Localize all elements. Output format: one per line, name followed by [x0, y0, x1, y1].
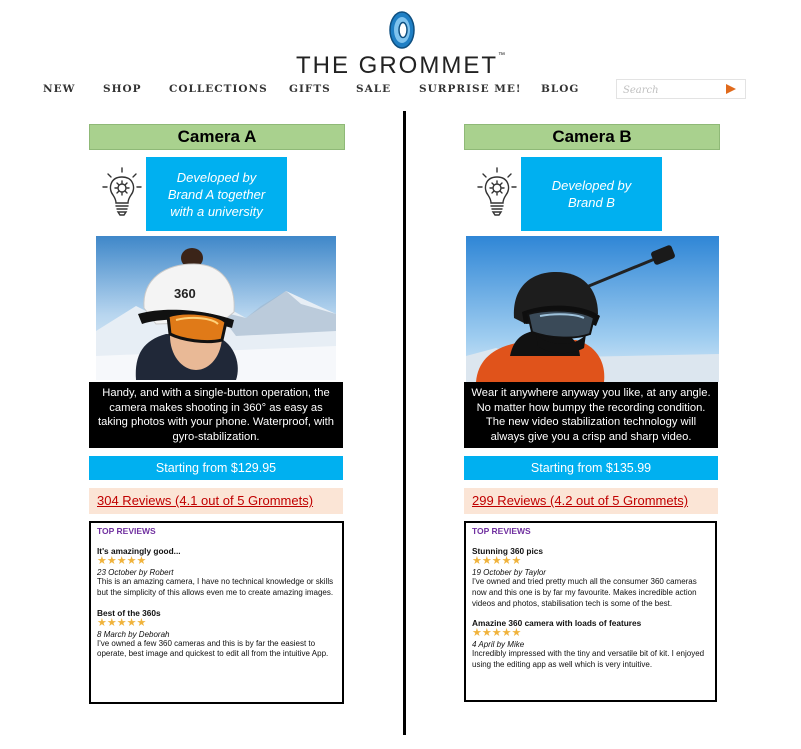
product-a-reviews-link[interactable]: 304 Reviews (4.1 out of 5 Grommets) [97, 493, 313, 508]
product-b-developer-note: Developed by Brand B [521, 157, 662, 231]
product-a-description: Handy, and with a single-button operatio… [89, 382, 343, 448]
product-b-reviews-link[interactable]: 299 Reviews (4.2 out of 5 Grommets) [472, 493, 688, 508]
review-body: I've owned and tried pretty much all the… [472, 577, 697, 608]
column-divider [403, 111, 406, 735]
product-b-reviews-bar: 299 Reviews (4.2 out of 5 Grommets) [464, 488, 718, 514]
top-reviews-heading: TOP REVIEWS [97, 526, 156, 536]
review-body: This is an amazing camera, I have no tec… [97, 577, 334, 597]
nav-shop[interactable]: SHOP [103, 83, 142, 95]
lightbulb-gear-icon [102, 167, 142, 216]
svg-text:360: 360 [174, 286, 196, 301]
review-meta: 4 April by Mike [472, 640, 525, 650]
product-b-description: Wear it anywhere anyway you like, at any… [464, 382, 718, 448]
product-a-developer-note: Developed by Brand A together with a uni… [146, 157, 287, 231]
star-rating: ★★★★★ [97, 616, 147, 629]
search-submit-arrow-icon[interactable] [726, 84, 736, 94]
product-a-photo: 360 [96, 236, 336, 380]
nav-gifts[interactable]: GIFTS [289, 83, 331, 95]
nav-blog[interactable]: BLOG [541, 83, 579, 95]
brand-title[interactable]: THE GROMMET™ [0, 52, 801, 80]
product-a-reviews-bar: 304 Reviews (4.1 out of 5 Grommets) [89, 488, 343, 514]
grommet-logo-icon[interactable] [385, 10, 419, 50]
nav-surprise-me[interactable]: SURPRISE ME! [419, 83, 521, 95]
search-input[interactable] [621, 81, 725, 99]
search-box [616, 79, 746, 99]
product-a-top-reviews: TOP REVIEWS It's amazingly good... ★★★★★… [89, 521, 344, 704]
top-reviews-heading: TOP REVIEWS [472, 526, 531, 536]
nav-new[interactable]: NEW [43, 83, 75, 95]
product-b-top-reviews: TOP REVIEWS Stunning 360 pics ★★★★★ 19 O… [464, 521, 717, 702]
nav-sale[interactable]: SALE [356, 83, 391, 95]
review-body: I've owned a few 360 cameras and this is… [97, 638, 329, 659]
product-b-price: Starting from $135.99 [464, 456, 718, 480]
review-meta: 23 October by Robert [97, 568, 174, 577]
nav-collections[interactable]: COLLECTIONS [169, 83, 268, 95]
lightbulb-gear-icon [477, 167, 517, 216]
star-rating: ★★★★★ [472, 627, 522, 640]
product-b-title: Camera B [464, 124, 720, 150]
review-meta: 8 March by Deborah [97, 629, 170, 639]
star-rating: ★★★★★ [472, 555, 522, 567]
review-body: Incredibly impressed with the tiny and v… [472, 649, 705, 670]
product-a-title: Camera A [89, 124, 345, 150]
product-b-photo [466, 236, 719, 382]
review-meta: 19 October by Taylor [472, 568, 546, 577]
product-a-price: Starting from $129.95 [89, 456, 343, 480]
star-rating: ★★★★★ [97, 555, 147, 567]
